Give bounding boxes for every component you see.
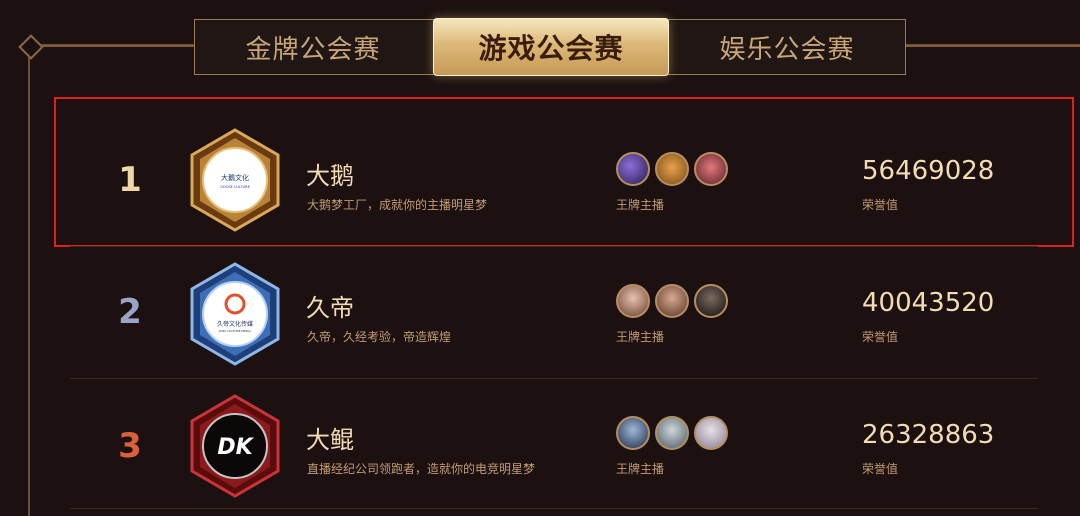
guild-name[interactable]: 大鲲	[306, 420, 354, 455]
guild-logo-text: 大鵝文化	[221, 173, 249, 182]
tab-entertainment-guild[interactable]: 娱乐公会赛	[669, 20, 905, 74]
row-divider	[70, 378, 1038, 379]
avatar[interactable]	[616, 416, 650, 450]
row-divider	[70, 246, 1038, 247]
honor-score-label: 荣誉值	[862, 462, 899, 476]
top-anchor-avatars	[616, 284, 733, 318]
guild-logo-subtext: GOOSE CULTURE	[220, 185, 250, 189]
avatar[interactable]	[655, 284, 689, 318]
guild-competition-tabs: 金牌公会赛 游戏公会赛 娱乐公会赛	[194, 18, 906, 76]
honor-score: 56469028	[862, 156, 995, 186]
guild-slogan: 直播经纪公司领跑者，造就你的电竞明星梦	[307, 462, 536, 476]
guild-logo-subtext: JIUDI CULTURE MEDIA	[218, 329, 252, 333]
guild-name[interactable]: 大鹅	[306, 156, 354, 191]
anchors-label: 王牌主播	[616, 198, 665, 212]
avatar[interactable]	[655, 416, 689, 450]
honor-score-label: 荣誉值	[862, 198, 899, 212]
rank-number: 2	[118, 292, 142, 332]
row-divider	[70, 508, 1038, 509]
top-anchor-avatars	[616, 152, 733, 186]
silver-hexagon-badge-icon: 久帝文化传媒 JIUDI CULTURE MEDIA	[190, 262, 280, 366]
rank-number: 1	[118, 160, 142, 200]
avatar[interactable]	[694, 152, 728, 186]
avatar[interactable]	[694, 284, 728, 318]
honor-score-label: 荣誉值	[862, 330, 899, 344]
rank-number: 3	[118, 426, 142, 466]
top-anchor-avatars	[616, 416, 733, 450]
anchors-label: 王牌主播	[616, 330, 665, 344]
honor-score: 26328863	[862, 420, 995, 450]
red-hexagon-badge-icon: DK	[190, 394, 280, 498]
guild-slogan: 大鹅梦工厂，成就你的主播明星梦	[307, 198, 488, 212]
gold-hexagon-badge-icon: 大鵝文化 GOOSE CULTURE	[190, 128, 280, 232]
avatar[interactable]	[616, 152, 650, 186]
guild-name[interactable]: 久帝	[306, 288, 354, 323]
guild-logo-text: 久帝文化传媒	[217, 320, 253, 328]
guild-slogan: 久帝，久经考验，帝造辉煌	[307, 330, 452, 344]
tab-gold-guild[interactable]: 金牌公会赛	[195, 20, 431, 74]
anchors-label: 王牌主播	[616, 462, 665, 476]
honor-score: 40043520	[862, 288, 995, 318]
avatar[interactable]	[694, 416, 728, 450]
guild-logo-text: DK	[217, 435, 254, 460]
avatar[interactable]	[616, 284, 650, 318]
avatar[interactable]	[655, 152, 689, 186]
tab-bar-line-left	[40, 45, 194, 47]
tab-game-guild[interactable]: 游戏公会赛	[433, 18, 669, 76]
tab-bar-line-right	[906, 45, 1080, 47]
